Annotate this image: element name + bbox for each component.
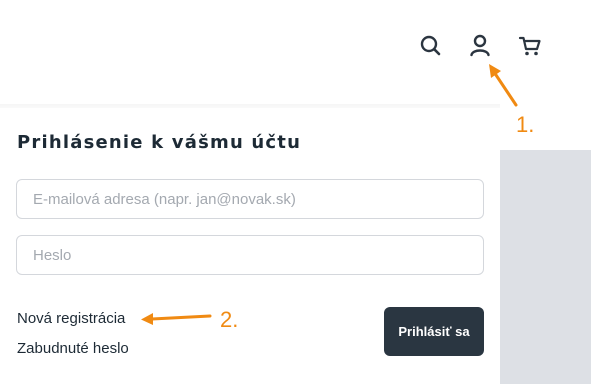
cart-icon[interactable]: [517, 32, 545, 60]
annotation-arrow-1: [489, 64, 518, 107]
side-background: [500, 150, 591, 384]
annotation-label-1: 1.: [516, 112, 535, 137]
user-icon[interactable]: [467, 32, 495, 60]
password-field[interactable]: [16, 235, 484, 275]
register-link[interactable]: Nová registrácia: [17, 310, 125, 327]
login-panel: Prihlásenie k vášmu účtu Nová registráci…: [0, 108, 500, 384]
email-field[interactable]: [16, 179, 484, 219]
header-icons: [417, 32, 547, 60]
annotation-label-2: 2.: [220, 307, 239, 332]
login-title: Prihlásenie k vášmu účtu: [17, 132, 302, 153]
login-button[interactable]: Prihlásiť sa: [384, 307, 484, 356]
search-icon[interactable]: [417, 32, 445, 60]
forgot-password-link[interactable]: Zabudnuté heslo: [17, 340, 129, 357]
